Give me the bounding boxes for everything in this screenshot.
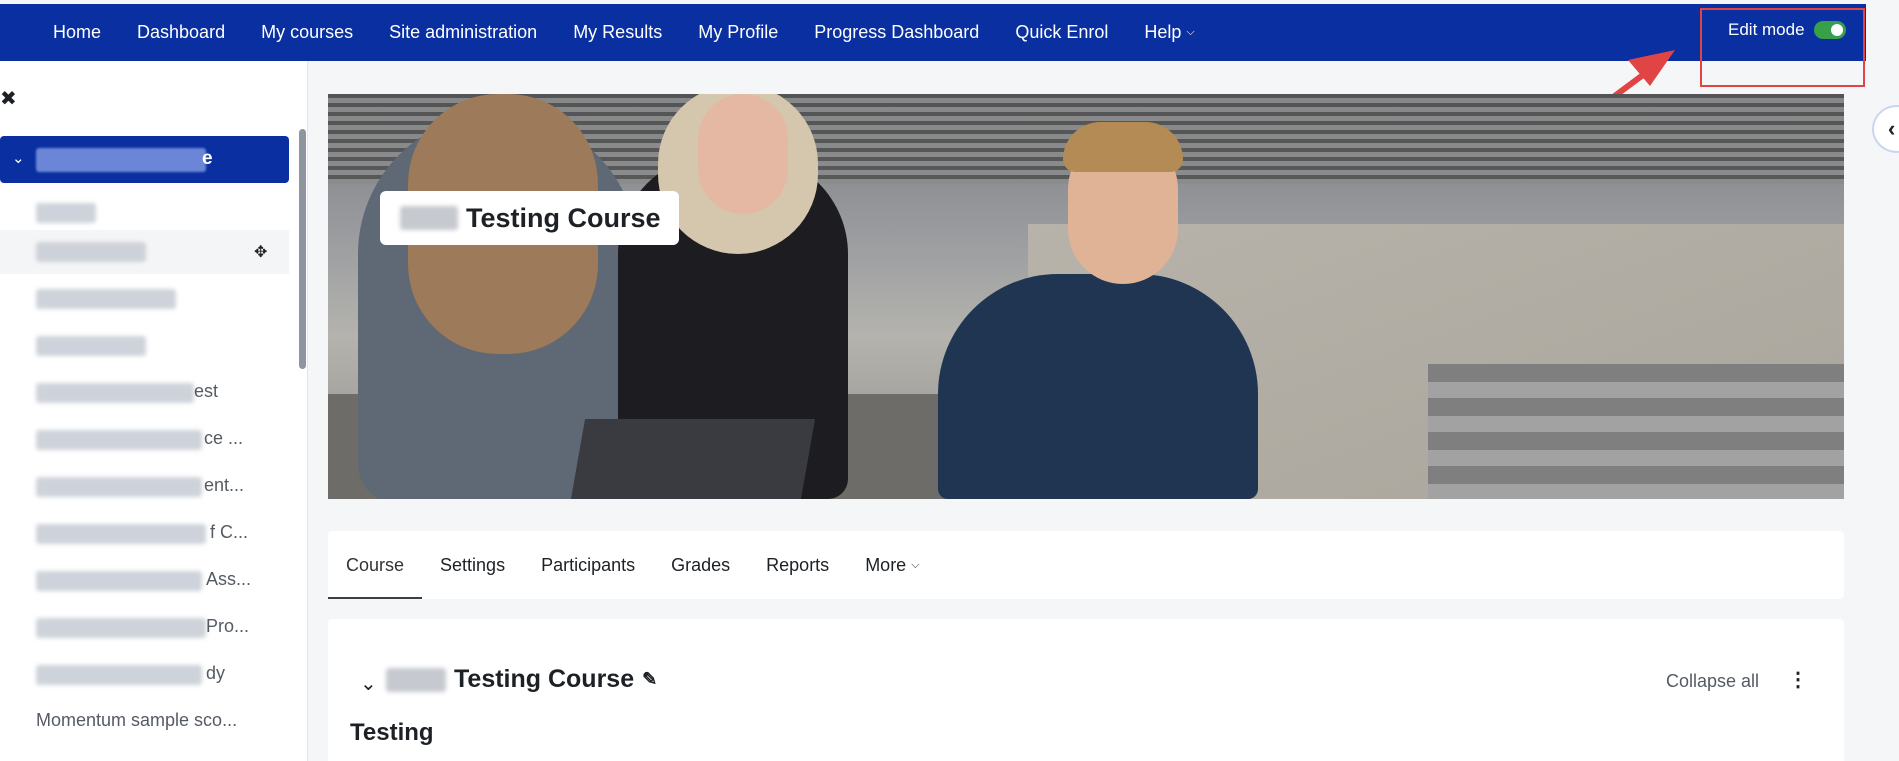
- photo-person-right: [938, 274, 1258, 499]
- move-icon[interactable]: ✥: [254, 242, 267, 262]
- item-label: ce ...: [204, 428, 244, 448]
- chevron-down-icon: ⌵: [911, 558, 920, 571]
- item-label: f C...: [210, 522, 249, 542]
- blurred-course-name: [36, 148, 206, 172]
- tab-reports-label: Reports: [766, 554, 830, 575]
- section-title: Testing Course ✎: [386, 665, 657, 694]
- tab-participants-label: Participants: [541, 554, 636, 575]
- photo-person-middle-face: [698, 94, 788, 214]
- blurred-text: [36, 383, 194, 403]
- item-label: ent...: [204, 475, 245, 495]
- course-title-badge: Testing Course: [380, 191, 679, 245]
- tab-more-label: More: [865, 554, 907, 575]
- item-label: est: [194, 381, 219, 401]
- blurred-text: [36, 477, 202, 497]
- close-icon[interactable]: ✖: [0, 86, 17, 111]
- course-header-image: [328, 94, 1844, 499]
- blurred-text: [36, 203, 96, 223]
- item-label: Pro...: [206, 616, 250, 636]
- course-index-item[interactable]: Pro...: [0, 606, 289, 650]
- tab-settings[interactable]: Settings: [422, 531, 523, 599]
- collapse-all-link[interactable]: Collapse all: [1666, 671, 1759, 692]
- tab-settings-label: Settings: [440, 554, 506, 575]
- tab-course-label: Course: [346, 554, 405, 575]
- photo-person-right-hair: [1063, 122, 1183, 172]
- blurred-text: [36, 289, 176, 309]
- course-index-item[interactable]: Momentum sample sco...: [0, 700, 289, 744]
- tab-grades-label: Grades: [671, 554, 731, 575]
- blurred-text: [36, 242, 146, 262]
- item-label: Ass...: [206, 569, 252, 589]
- blurred-text: [36, 618, 206, 638]
- course-content: ⌄ Testing Course ✎ Collapse all ⋮ Testin…: [328, 619, 1844, 761]
- course-index-course-item[interactable]: ⌄ e: [0, 136, 289, 183]
- blurred-text: [36, 665, 202, 685]
- course-index-item[interactable]: Ass...: [0, 559, 289, 603]
- chevron-down-icon[interactable]: ⌄: [360, 671, 377, 696]
- section-title-text: Testing Course: [454, 665, 635, 693]
- tab-more[interactable]: More ⌵: [847, 531, 937, 599]
- secondary-navigation: Course Settings Participants Grades Repo…: [328, 531, 1844, 599]
- blurred-text: [36, 336, 146, 356]
- tab-reports[interactable]: Reports: [748, 531, 847, 599]
- course-index-item[interactable]: [0, 324, 289, 368]
- item-label: dy: [206, 663, 226, 683]
- course-index-item[interactable]: ent...: [0, 465, 289, 509]
- tab-participants[interactable]: Participants: [523, 531, 653, 599]
- photo-laptop: [570, 419, 816, 499]
- chevron-down-icon[interactable]: ⌄: [12, 149, 25, 167]
- chevron-left-icon: ‹: [1888, 116, 1896, 141]
- course-index-item[interactable]: [0, 191, 289, 235]
- course-index-item[interactable]: ✥: [0, 230, 289, 274]
- course-title: Testing Course: [466, 202, 661, 233]
- section-subtitle: Testing: [350, 719, 434, 746]
- course-index-drawer: ✖ ⌄ e ✥ est ce ... ent... f C... Ass... …: [0, 61, 308, 761]
- course-item-label: e: [202, 148, 213, 169]
- tab-course[interactable]: Course: [328, 531, 423, 599]
- pencil-icon[interactable]: ✎: [642, 669, 657, 690]
- course-index-item[interactable]: ce ...: [0, 418, 289, 462]
- course-index-item[interactable]: dy: [0, 653, 289, 697]
- kebab-icon[interactable]: ⋮: [1788, 667, 1808, 692]
- course-index-item[interactable]: [0, 277, 289, 321]
- blurred-text: [386, 667, 446, 692]
- item-label: Momentum sample sco...: [36, 710, 238, 730]
- course-index-item[interactable]: est: [0, 371, 289, 415]
- blurred-text: [36, 430, 202, 450]
- blurred-text: [400, 206, 458, 230]
- tab-grades[interactable]: Grades: [653, 531, 748, 599]
- background-steps: [1428, 364, 1844, 499]
- drawer-scrollbar[interactable]: [299, 129, 306, 369]
- blurred-text: [36, 571, 202, 591]
- course-index-item[interactable]: f C...: [0, 512, 289, 556]
- blurred-text: [36, 524, 206, 544]
